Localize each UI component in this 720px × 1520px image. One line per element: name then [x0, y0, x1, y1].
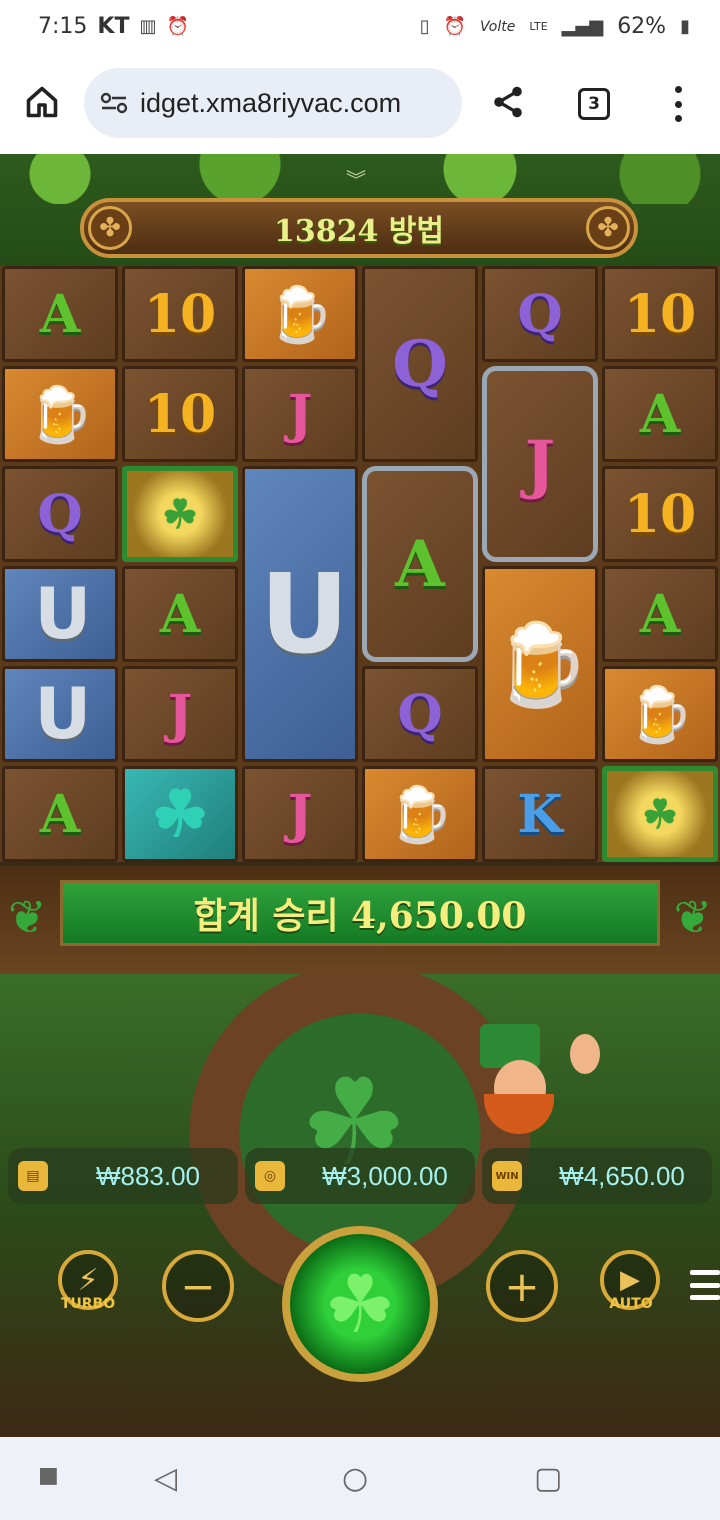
volte-label: Volte: [480, 18, 516, 35]
battery-icon: ▮: [680, 16, 690, 37]
share-icon[interactable]: [490, 84, 526, 120]
url-text: idget.xma8riyvac.com: [140, 87, 402, 118]
symbol-j: J: [482, 366, 598, 562]
game-menu-icon[interactable]: [690, 1270, 720, 1300]
pot-of-gold-scatter-symbol: ☘: [122, 466, 238, 562]
symbol-q: Q: [362, 666, 478, 762]
symbol-k: K: [482, 766, 598, 862]
symbol-a: A: [362, 466, 478, 662]
lte-label: LTE: [529, 20, 548, 33]
signal-icon: ▂▄▆: [561, 16, 604, 37]
back-icon[interactable]: ◁: [154, 1461, 177, 1496]
balance-value: ₩883.00: [95, 1160, 201, 1191]
slot-game[interactable]: ︾ ✤ 13824 방법 ✤ A 🍺 Q Ս Ս A 10 10 ☘ A J ☘…: [0, 154, 720, 1437]
system-nav-bar: ■ ◁ ○ ▢: [0, 1437, 720, 1520]
tab-switcher-button[interactable]: 3: [578, 88, 610, 120]
spin-button[interactable]: ☘: [282, 1226, 438, 1382]
game-controls: ⚡ TURBO − ☘ + ▶ AUTO: [0, 1220, 720, 1390]
symbol-10: 10: [602, 466, 718, 562]
wallet-balance: ▤ ₩883.00: [8, 1148, 238, 1204]
symbol-10: 10: [602, 266, 718, 362]
auto-label: AUTO: [609, 1296, 653, 1312]
vibrate-icon: ▯: [419, 16, 430, 37]
clover-badge-icon: ✤: [586, 206, 630, 250]
overview-icon[interactable]: ▢: [534, 1461, 562, 1496]
address-bar[interactable]: idget.xma8riyvac.com: [84, 68, 462, 138]
beer-mug-symbol: 🍺: [482, 566, 598, 762]
symbol-q: Q: [2, 466, 118, 562]
win-value: ₩4,650.00: [559, 1160, 685, 1191]
clover-wild-symbol: ☘: [122, 766, 238, 862]
horseshoe-symbol: Ս: [2, 566, 118, 662]
symbol-a: A: [122, 566, 238, 662]
status-carrier: KT: [97, 14, 130, 39]
ways-count: 13824 방법: [273, 214, 444, 249]
heart-ornament-icon: ❦: [673, 890, 712, 944]
symbol-10: 10: [122, 366, 238, 462]
clover-badge-icon: ✤: [88, 206, 132, 250]
home-icon[interactable]: [24, 84, 60, 120]
balance-bar: ▤ ₩883.00 ◎ ₩3,000.00 WIN ₩4,650.00: [0, 1148, 720, 1206]
total-win-plate: 합계 승리 4,650.00: [60, 880, 660, 946]
status-bar: 7:15 KT ▥ ⏰ ▯ ⏰ Volte LTE ▂▄▆ 62% ▮: [0, 0, 720, 56]
symbol-10: 10: [122, 266, 238, 362]
win-icon: WIN: [492, 1161, 522, 1191]
turbo-label: TURBO: [60, 1296, 116, 1312]
overflow-menu-icon[interactable]: [670, 86, 686, 122]
battery-percent: 62%: [617, 14, 667, 39]
win-amount: WIN ₩4,650.00: [482, 1148, 712, 1204]
symbol-a: A: [2, 266, 118, 362]
total-win-panel: ❦ 합계 승리 4,650.00 ❦: [0, 866, 720, 974]
symbol-j: J: [242, 766, 358, 862]
ways-banner: ✤ 13824 방법 ✤: [80, 198, 638, 258]
collapse-chevron-icon[interactable]: ︾: [346, 164, 366, 193]
alarm-icon: ⏰: [166, 16, 189, 37]
horseshoe-symbol: Ս: [2, 666, 118, 762]
symbol-a: A: [2, 766, 118, 862]
beer-mug-symbol: 🍺: [362, 766, 478, 862]
chart-icon: ▥: [139, 16, 157, 37]
symbol-j: J: [242, 366, 358, 462]
coins-icon: ◎: [255, 1161, 285, 1191]
reel-grid: A 🍺 Q Ս Ս A 10 10 ☘ A J ☘ 🍺 J Ս J Q A Q …: [0, 266, 720, 862]
symbol-a: A: [602, 566, 718, 662]
horseshoe-symbol: Ս: [242, 466, 358, 762]
beer-mug-symbol: 🍺: [242, 266, 358, 362]
symbol-q: Q: [362, 266, 478, 462]
bet-value: ₩3,000.00: [322, 1160, 448, 1191]
total-win-text: 합계 승리 4,650.00: [193, 895, 527, 937]
home-nav-icon[interactable]: ○: [342, 1461, 368, 1496]
beer-mug-symbol: 🍺: [2, 366, 118, 462]
decrease-bet-button[interactable]: −: [162, 1250, 234, 1322]
symbol-j: J: [122, 666, 238, 762]
site-settings-icon[interactable]: [100, 91, 128, 115]
heart-ornament-icon: ❦: [8, 890, 47, 944]
recents-icon[interactable]: ■: [38, 1463, 59, 1488]
browser-toolbar: idget.xma8riyvac.com 3: [0, 56, 720, 154]
beer-mug-symbol: 🍺: [602, 666, 718, 762]
alarm-icon-right: ⏰: [443, 16, 467, 37]
status-time: 7:15: [38, 14, 88, 39]
pot-of-gold-scatter-symbol: ☘: [602, 766, 718, 862]
symbol-q: Q: [482, 266, 598, 362]
wallet-icon: ▤: [18, 1161, 48, 1191]
symbol-a: A: [602, 366, 718, 462]
bet-amount[interactable]: ◎ ₩3,000.00: [245, 1148, 475, 1204]
increase-bet-button[interactable]: +: [486, 1250, 558, 1322]
